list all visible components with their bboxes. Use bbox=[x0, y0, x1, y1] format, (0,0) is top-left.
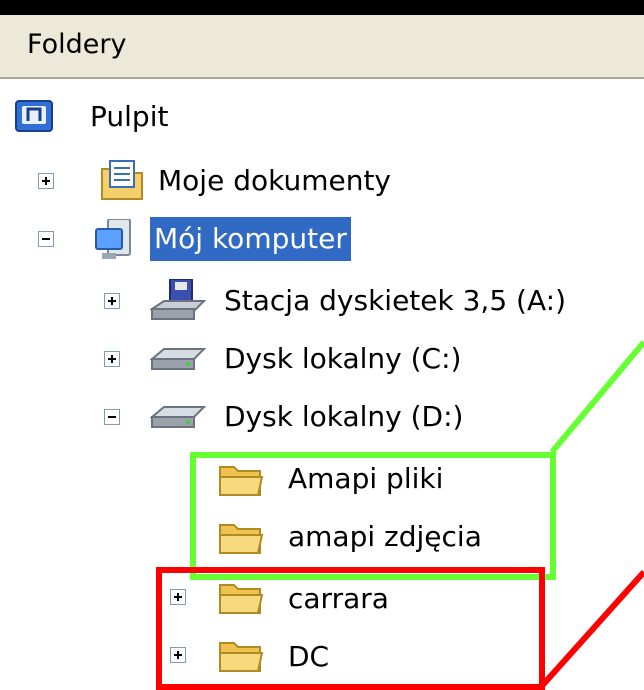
annotation-lines bbox=[537, 340, 644, 690]
red-connector-line bbox=[537, 569, 644, 690]
green-connector-line bbox=[549, 340, 644, 454]
